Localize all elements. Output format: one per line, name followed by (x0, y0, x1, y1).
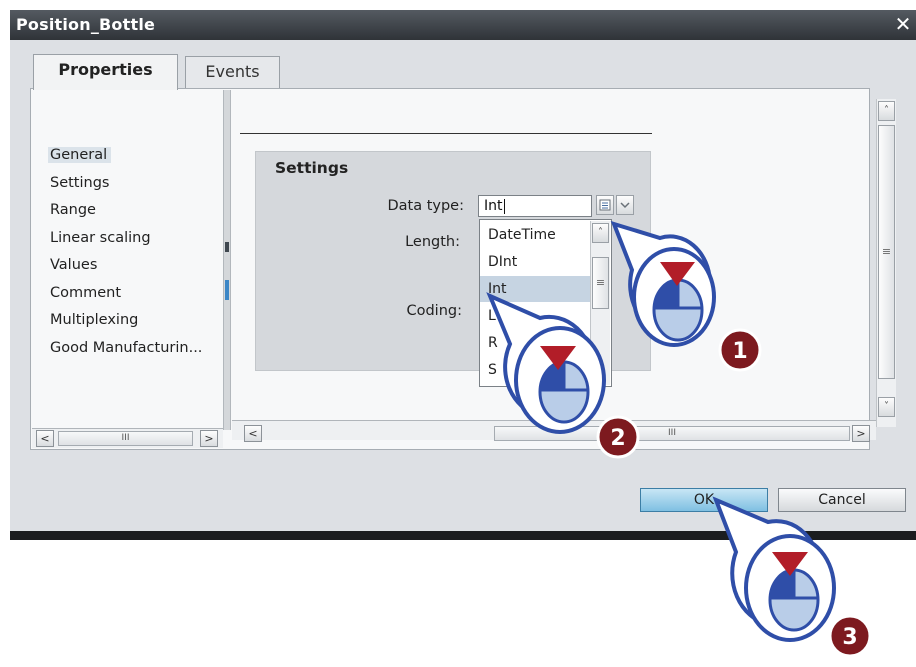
dropdown-option-datetime[interactable]: DateTime (480, 222, 590, 248)
nav-item-multiplexing[interactable]: Multiplexing (48, 309, 216, 337)
nav-item-general[interactable]: General (48, 144, 216, 172)
dropdown-option-dint[interactable]: DInt (480, 249, 590, 275)
data-type-label: Data type: (387, 198, 464, 214)
text-caret (503, 198, 505, 214)
tab-events[interactable]: Events (185, 56, 280, 88)
data-type-list-button[interactable] (596, 195, 614, 215)
nav-item-linear-scaling[interactable]: Linear scaling (48, 227, 216, 255)
property-nav-pane: General Settings Range Linear scaling Va… (32, 90, 223, 410)
window-title: Position_Bottle (16, 15, 156, 34)
chevron-down-icon (620, 202, 630, 209)
nav-item-good-manufacturing[interactable]: Good Manufacturin... (48, 337, 216, 365)
content-scroll-left-button[interactable]: < (244, 425, 262, 442)
scroll-up-button[interactable]: ˄ (878, 101, 895, 121)
data-type-dropdown-button[interactable] (616, 195, 634, 215)
content-vertical-scrollbar[interactable]: ˄ ≡ ˅ (876, 99, 896, 427)
nav-horizontal-scrollbar[interactable]: < III > (32, 428, 223, 448)
scroll-left-button[interactable]: < (36, 430, 54, 447)
coding-label: Coding: (406, 303, 462, 319)
nav-scroll-thumb[interactable]: III (58, 431, 193, 446)
content-scroll-right-button[interactable]: > (852, 425, 870, 442)
nav-item-comment[interactable]: Comment (48, 282, 216, 310)
scroll-down-button[interactable]: ˅ (878, 397, 895, 417)
length-label: Length: (405, 234, 460, 250)
title-bar: Position_Bottle ✕ (10, 10, 916, 40)
callout-number-3: 3 (842, 625, 857, 650)
nav-item-values[interactable]: Values (48, 254, 216, 282)
mouse-icon (652, 278, 704, 342)
splitter-marker (225, 242, 229, 252)
settings-title: Settings (275, 159, 349, 177)
mouse-icon (538, 360, 590, 424)
callout-number-2: 2 (610, 426, 625, 451)
data-type-value: Int (484, 198, 503, 214)
callout-number-1: 1 (732, 339, 747, 364)
close-icon[interactable]: ✕ (892, 13, 914, 35)
scroll-right-button[interactable]: > (200, 430, 218, 447)
mouse-click-callout-2: 2 (486, 292, 640, 459)
mouse-icon (768, 568, 820, 632)
data-type-input[interactable]: Int (478, 195, 592, 217)
pane-splitter[interactable] (223, 90, 231, 430)
section-divider (240, 133, 652, 134)
nav-item-range[interactable]: Range (48, 199, 216, 227)
list-icon (599, 199, 611, 211)
content-scroll-thumb[interactable]: ≡ (878, 125, 895, 379)
splitter-marker-active (225, 280, 229, 300)
property-nav-list: General Settings Range Linear scaling Va… (48, 144, 216, 364)
nav-item-settings[interactable]: Settings (48, 172, 216, 200)
mouse-click-callout-3: 3 (712, 496, 872, 658)
tab-properties[interactable]: Properties (33, 54, 178, 90)
